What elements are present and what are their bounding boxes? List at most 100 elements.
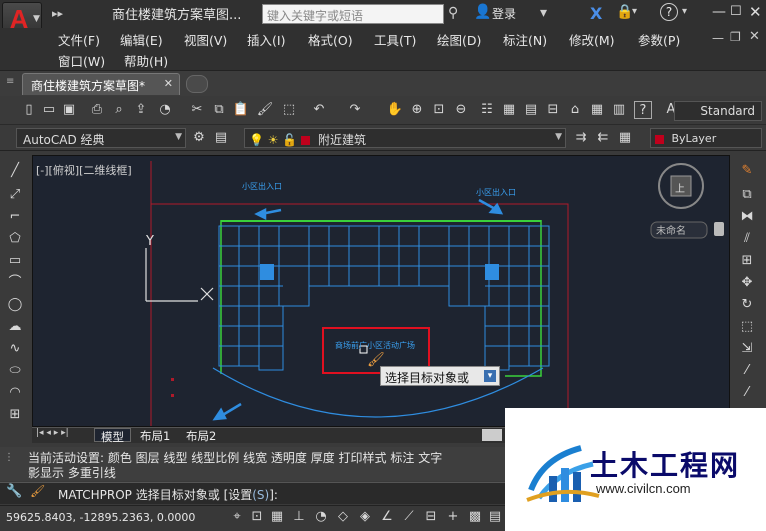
- new-tab-button[interactable]: [186, 75, 208, 93]
- minimize-button[interactable]: —: [712, 4, 726, 20]
- drawing-canvas[interactable]: 🖌: [32, 155, 730, 427]
- layer-previous-icon[interactable]: ⇇: [594, 129, 612, 147]
- extend-icon[interactable]: ⁄: [738, 384, 756, 402]
- polyline-icon[interactable]: ⌐: [6, 208, 24, 226]
- quickcalc-icon[interactable]: ▦: [588, 101, 606, 119]
- vertical-scrollbar[interactable]: [712, 218, 726, 418]
- snap-mode-icon[interactable]: ⌖: [228, 508, 246, 526]
- coordinates-readout[interactable]: 59625.8403, -12895.2363, 0.0000: [6, 511, 195, 524]
- lineweight-icon[interactable]: +: [444, 508, 462, 526]
- doc-close-button[interactable]: ✕: [749, 29, 760, 44]
- tab-layout1[interactable]: 布局1: [134, 428, 176, 443]
- menu-draw[interactable]: 绘图(D): [437, 30, 481, 49]
- search-input[interactable]: 键入关键字或短语: [262, 4, 444, 24]
- construction-line-icon[interactable]: ⤢: [6, 186, 24, 204]
- design-center-icon[interactable]: ▦: [500, 101, 518, 119]
- command-window-handle-icon[interactable]: ⋮: [4, 452, 14, 463]
- workspace-select[interactable]: AutoCAD 经典 ▼: [16, 128, 186, 148]
- menu-insert[interactable]: 插入(I): [247, 30, 285, 49]
- markup-icon[interactable]: ⌂: [566, 101, 584, 119]
- help-icon[interactable]: ?: [660, 3, 678, 21]
- layer-select[interactable]: 💡 ☀ 🔓 附近建筑 ▼: [244, 128, 566, 148]
- transparency-icon[interactable]: ▩: [466, 508, 484, 526]
- tab-document[interactable]: 商住楼建筑方案草图* ✕: [22, 73, 180, 95]
- tab-nav-arrows[interactable]: |◂ ◂ ▸ ▸|: [36, 428, 69, 438]
- dyn-icon[interactable]: ⊟: [422, 508, 440, 526]
- tab-menu-icon[interactable]: ≡: [6, 76, 14, 87]
- properties-icon[interactable]: ☷: [478, 101, 496, 119]
- ortho-icon[interactable]: ⊥: [290, 508, 308, 526]
- osnap-icon[interactable]: ◇: [334, 508, 352, 526]
- undo-icon[interactable]: ↶: [310, 101, 328, 119]
- chevron-down-icon[interactable]: ▾: [632, 6, 637, 17]
- quick-properties-icon[interactable]: ▤: [486, 508, 504, 526]
- tooltip-options-icon[interactable]: ▾: [484, 370, 496, 382]
- mirror-icon[interactable]: ⧓: [738, 208, 756, 226]
- save-icon[interactable]: ▣: [60, 101, 78, 119]
- quick-access-expand-icon[interactable]: ▸▸: [52, 7, 63, 20]
- doc-minimize-button[interactable]: —: [712, 31, 724, 45]
- user-icon[interactable]: 👤: [474, 4, 491, 20]
- polar-icon[interactable]: ◔: [312, 508, 330, 526]
- menu-help[interactable]: 帮助(H): [124, 51, 168, 70]
- tab-layout2[interactable]: 布局2: [180, 428, 222, 443]
- rectangle-icon[interactable]: ▭: [6, 252, 24, 270]
- option-settings[interactable]: (S): [252, 488, 269, 502]
- menu-parameters[interactable]: 参数(P): [638, 30, 680, 49]
- scale-icon[interactable]: ⬚: [738, 318, 756, 336]
- ducs-icon[interactable]: ⟋: [400, 508, 418, 526]
- workspace-settings-icon[interactable]: ⚙: [190, 129, 208, 147]
- wcs-menu[interactable]: 未命名: [656, 222, 686, 237]
- new-file-icon[interactable]: ▯: [20, 101, 38, 119]
- circle-icon[interactable]: ◯: [6, 296, 24, 314]
- arc-icon[interactable]: ⌒: [6, 274, 24, 292]
- open-folder-icon[interactable]: ▭: [40, 101, 58, 119]
- print-preview-icon[interactable]: ⌕: [110, 101, 128, 119]
- trim-icon[interactable]: ⁄: [738, 362, 756, 380]
- otrack-icon[interactable]: ∠: [378, 508, 396, 526]
- chevron-down-icon[interactable]: ▾: [540, 5, 547, 21]
- sheet-set-icon[interactable]: ⊟: [544, 101, 562, 119]
- menu-tools[interactable]: 工具(T): [374, 30, 416, 49]
- infer-constraints-icon[interactable]: ⊡: [248, 508, 266, 526]
- make-current-layer-icon[interactable]: ⇉: [572, 129, 590, 147]
- 3d-osnap-icon[interactable]: ◈: [356, 508, 374, 526]
- insert-block-icon[interactable]: ⊞: [6, 406, 24, 424]
- horizontal-scrollbar-thumb[interactable]: [482, 429, 502, 441]
- lock-icon[interactable]: 🔒: [616, 4, 633, 20]
- erase-icon[interactable]: ✎: [738, 162, 756, 180]
- copy-icon[interactable]: ⧉: [210, 101, 228, 119]
- close-button[interactable]: ✕: [749, 3, 762, 21]
- grid-icon[interactable]: ▦: [268, 508, 286, 526]
- close-icon[interactable]: ✕: [164, 77, 173, 90]
- spline-icon[interactable]: ∿: [6, 340, 24, 358]
- login-link[interactable]: 登录: [492, 5, 516, 22]
- layer-states-icon[interactable]: ▦: [616, 129, 634, 147]
- copy-object-icon[interactable]: ⧉: [738, 186, 756, 204]
- revision-cloud-icon[interactable]: ☁: [6, 318, 24, 336]
- text-style-select[interactable]: Standard: [674, 101, 762, 121]
- redo-icon[interactable]: ↷: [346, 101, 364, 119]
- move-icon[interactable]: ✥: [738, 274, 756, 292]
- cut-icon[interactable]: ✂: [188, 101, 206, 119]
- menu-edit[interactable]: 编辑(E): [120, 30, 163, 49]
- tab-model[interactable]: 模型: [94, 428, 131, 444]
- rotate-icon[interactable]: ↻: [738, 296, 756, 314]
- maximize-button[interactable]: ☐: [730, 4, 742, 19]
- doc-restore-button[interactable]: ❐: [730, 30, 741, 44]
- layer-manager-icon[interactable]: ▤: [212, 129, 230, 147]
- line-icon[interactable]: ╱: [6, 162, 24, 180]
- publish-icon[interactable]: ⇪: [132, 101, 150, 119]
- print-icon[interactable]: ⎙: [88, 101, 106, 119]
- viewcube-top-face[interactable]: 上: [675, 180, 685, 195]
- color-select[interactable]: ByLayer: [650, 128, 762, 148]
- array-icon[interactable]: ⊞: [738, 252, 756, 270]
- wrench-icon[interactable]: 🔧: [6, 484, 22, 499]
- block-editor-icon[interactable]: ⬚: [280, 101, 298, 119]
- zoom-realtime-icon[interactable]: ⊕: [408, 101, 426, 119]
- menu-window[interactable]: 窗口(W): [58, 51, 105, 70]
- pan-icon[interactable]: ✋: [386, 101, 404, 119]
- polygon-icon[interactable]: ⬠: [6, 230, 24, 248]
- scrollbar-thumb[interactable]: [714, 222, 724, 236]
- menu-file[interactable]: 文件(F): [58, 30, 100, 49]
